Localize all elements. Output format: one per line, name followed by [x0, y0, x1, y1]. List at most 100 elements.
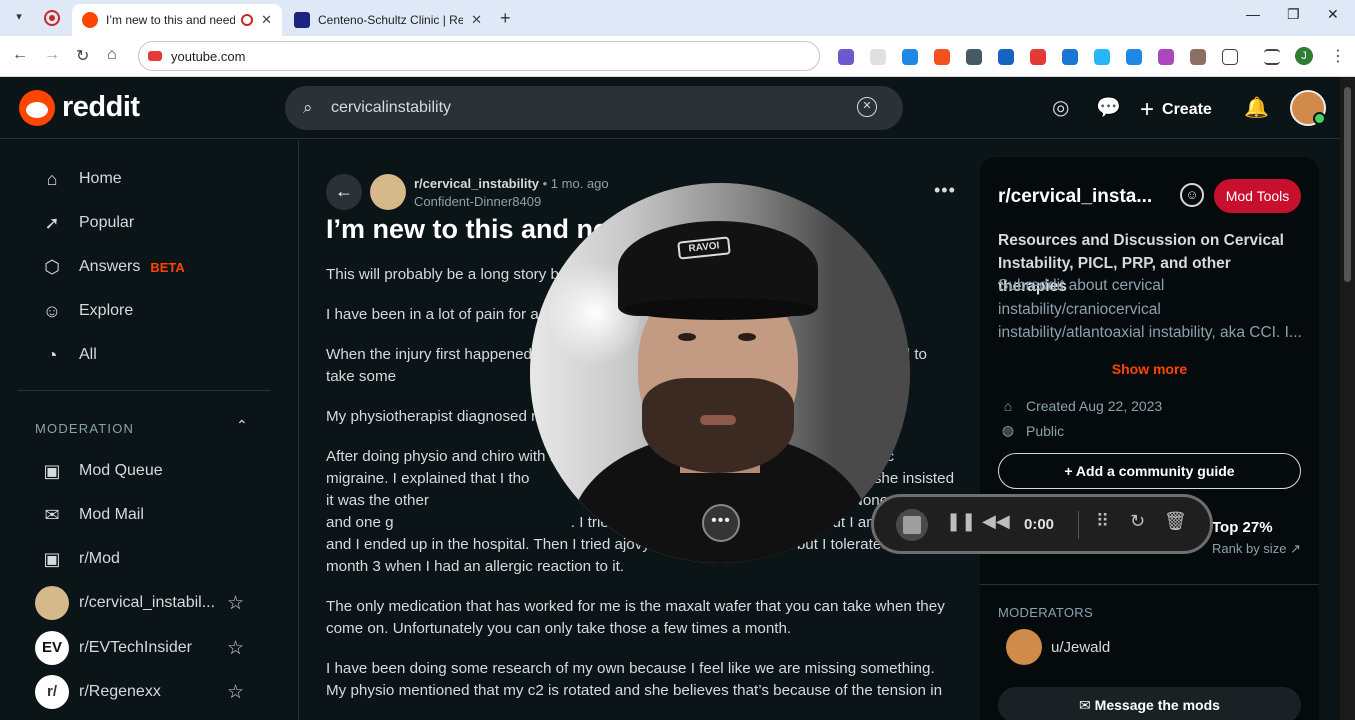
reload-icon[interactable]: ↻: [76, 46, 89, 66]
media-controls-icon[interactable]: [1264, 49, 1280, 65]
rank-label[interactable]: Rank by size ↗: [1212, 541, 1301, 557]
divider: [980, 584, 1319, 585]
webcam-options-icon[interactable]: •••: [702, 504, 740, 542]
rewind-icon[interactable]: ◀◀: [982, 511, 1010, 532]
address-bar[interactable]: youtube.com: [138, 41, 820, 71]
home-browser-icon[interactable]: ⌂: [107, 46, 117, 64]
favorite-star-icon[interactable]: ☆: [227, 592, 244, 615]
search-bar[interactable]: ⌕ cervicalinstability ✕: [285, 86, 903, 130]
sidebar-community-cervical[interactable]: r/cervical_instabil...: [35, 585, 215, 621]
subreddit-link[interactable]: r/cervical_instability: [414, 176, 539, 191]
extensions-puzzle-icon[interactable]: [1222, 49, 1238, 65]
cookie-extension-icon[interactable]: [1190, 49, 1206, 65]
webcam-bubble[interactable]: RAVOI •••: [530, 183, 910, 563]
sidebar-item-r-mod[interactable]: ▣ r/Mod: [40, 545, 119, 573]
grid-dots-icon[interactable]: ⠿: [1096, 511, 1109, 532]
community-title[interactable]: r/cervical_insta...: [998, 186, 1152, 208]
extension-icon[interactable]: [1062, 49, 1078, 65]
plus-icon: +: [1140, 96, 1155, 123]
page-scrollbar[interactable]: [1340, 77, 1355, 720]
brave-shield-icon[interactable]: [1030, 49, 1046, 65]
shield-extension-icon[interactable]: [966, 49, 982, 65]
sidebar-item-home[interactable]: ⌂ Home: [40, 165, 122, 193]
extension-icon[interactable]: [934, 49, 950, 65]
favorite-star-icon[interactable]: ☆: [227, 681, 244, 704]
chevron-up-icon[interactable]: ⌃: [236, 417, 248, 434]
sidebar-item-label: Home: [79, 170, 122, 187]
add-emoji-icon[interactable]: ☺: [1180, 183, 1204, 207]
reddit-logo-icon[interactable]: [19, 90, 55, 126]
external-link-icon: ↗: [1290, 541, 1301, 556]
extension-icon[interactable]: [1126, 49, 1142, 65]
post-paragraph: The only medication that has worked for …: [326, 598, 945, 637]
user-avatar[interactable]: [1290, 90, 1326, 126]
back-icon[interactable]: ←: [12, 46, 28, 64]
subreddit-avatar[interactable]: [370, 174, 406, 210]
message-mods-button[interactable]: ✉ Message the mods: [998, 687, 1301, 720]
created-text: Created Aug 22, 2023: [1026, 398, 1163, 414]
show-more-link[interactable]: Show more: [980, 361, 1319, 377]
back-button[interactable]: ←: [326, 174, 362, 210]
sidebar-item-label: Mod Mail: [79, 506, 144, 523]
advertise-icon[interactable]: ◎: [1052, 95, 1069, 120]
sidebar-item-answers[interactable]: ⬡ Answers BETA: [40, 253, 185, 281]
browser-menu-icon[interactable]: ⋮: [1330, 46, 1346, 66]
create-post-button[interactable]: + Create: [1140, 96, 1212, 124]
answers-icon: ⬡: [44, 257, 60, 277]
scrollbar-thumb[interactable]: [1344, 87, 1351, 282]
sidebar-community-regenexx[interactable]: r/ r/Regenexx: [35, 674, 161, 710]
mod-icon: ▣: [43, 549, 61, 569]
new-tab-button[interactable]: +: [500, 8, 511, 29]
sidebar-item-popular[interactable]: ➚ Popular: [40, 209, 134, 237]
stop-recording-button[interactable]: [896, 509, 928, 541]
moderation-heading[interactable]: MODERATION: [35, 421, 134, 436]
extension-icon[interactable]: [870, 49, 886, 65]
tab-centeno-schultz[interactable]: Centeno-Schultz Clinic | Regene ✕: [284, 4, 492, 36]
moderator-name[interactable]: u/Jewald: [1051, 639, 1110, 656]
post-author[interactable]: Confident-Dinner8409: [414, 194, 541, 209]
extension-icon[interactable]: [998, 49, 1014, 65]
sidebar-item-all[interactable]: ◔ All: [40, 341, 97, 369]
community-avatar: EV: [35, 631, 69, 665]
tab-reddit-post[interactable]: I’m new to this and need he ✕: [72, 4, 282, 36]
sidebar-item-explore[interactable]: ☺ Explore: [40, 297, 133, 325]
pinned-tab-record-icon[interactable]: [44, 10, 60, 26]
delete-trash-icon[interactable]: 🗑: [1164, 511, 1187, 532]
close-tab-icon[interactable]: ✕: [471, 12, 482, 28]
notifications-bell-icon[interactable]: 🔔: [1244, 95, 1269, 120]
browser-profile-avatar[interactable]: J: [1295, 47, 1313, 65]
minimize-icon[interactable]: —: [1246, 6, 1260, 22]
search-input[interactable]: cervicalinstability: [331, 99, 451, 117]
message-mods-label: Message the mods: [1094, 697, 1220, 713]
mod-tools-button[interactable]: Mod Tools: [1214, 179, 1301, 213]
browser-toolbar: ← → ↻ ⌂ youtube.com J ⋮: [0, 36, 1355, 77]
tab-search-icon[interactable]: ▾: [10, 8, 28, 26]
restart-icon[interactable]: ↻: [1130, 511, 1145, 532]
webcam-person-mouth: [700, 415, 736, 425]
add-community-guide-button[interactable]: + Add a community guide: [998, 453, 1301, 489]
clear-search-icon[interactable]: ✕: [857, 97, 877, 117]
close-window-icon[interactable]: ✕: [1327, 6, 1339, 23]
community-avatar: [35, 586, 69, 620]
reddit-wordmark[interactable]: reddit: [62, 91, 140, 124]
home-icon: ⌂: [46, 169, 58, 189]
close-tab-icon[interactable]: ✕: [261, 12, 272, 28]
moderator-avatar[interactable]: [1006, 629, 1042, 665]
sidebar-item-label: Popular: [79, 214, 135, 231]
sidebar-item-mod-mail[interactable]: ✉ Mod Mail: [40, 501, 144, 529]
forward-icon[interactable]: →: [44, 46, 60, 64]
chat-icon[interactable]: 💬: [1096, 95, 1121, 120]
more-options-icon[interactable]: •••: [934, 180, 956, 201]
sidebar-community-evtechinsider[interactable]: EV r/EVTechInsider: [35, 630, 192, 666]
visibility: ◍ Public: [998, 422, 1064, 439]
favorite-star-icon[interactable]: ☆: [227, 637, 244, 660]
extension-icon[interactable]: [1094, 49, 1110, 65]
extension-icon[interactable]: [838, 49, 854, 65]
sidebar-item-mod-queue[interactable]: ▣ Mod Queue: [40, 457, 162, 485]
restore-icon[interactable]: ❐: [1287, 6, 1300, 23]
extension-icon[interactable]: [1158, 49, 1174, 65]
pause-icon[interactable]: ❚❚: [946, 511, 976, 532]
extension-icon[interactable]: [902, 49, 918, 65]
beta-badge: BETA: [150, 259, 185, 275]
search-icon: ⌕: [303, 98, 313, 117]
